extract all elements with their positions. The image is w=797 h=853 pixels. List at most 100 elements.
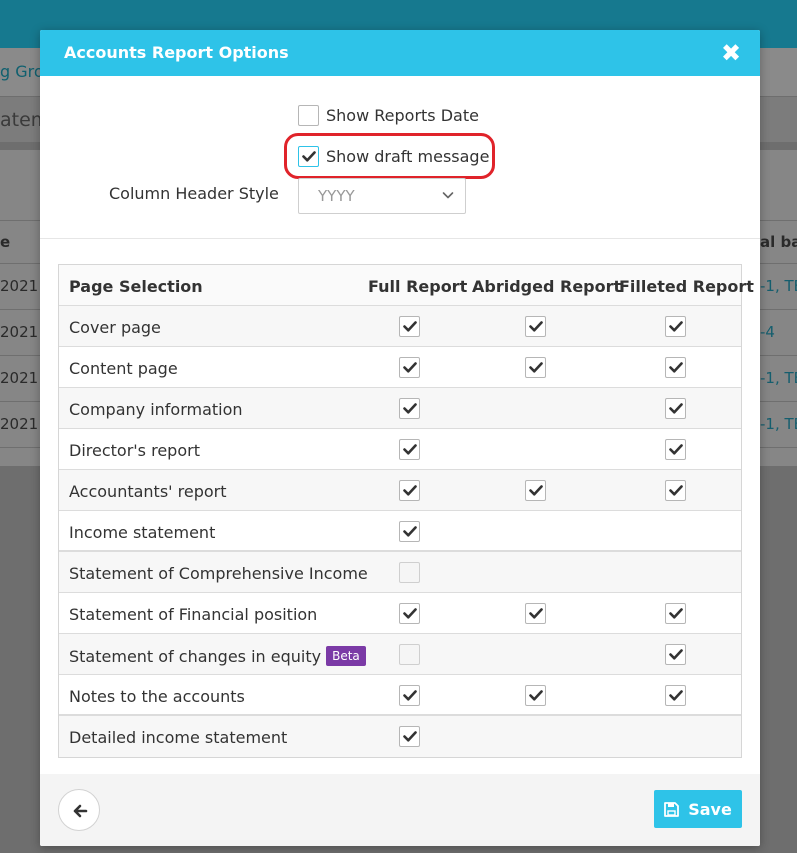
full-report-checkbox[interactable]: [399, 685, 420, 706]
filleted-report-checkbox[interactable]: [665, 480, 686, 501]
beta-badge: Beta: [326, 646, 366, 666]
save-label: Save: [688, 799, 732, 819]
checkmark-icon: [669, 690, 683, 701]
checkmark-icon: [403, 526, 417, 537]
full-report-checkbox[interactable]: [399, 726, 420, 747]
table-row: Content page: [59, 347, 741, 388]
column-header-style-value: YYYY: [318, 187, 355, 205]
full-report-checkbox[interactable]: [399, 562, 420, 583]
full-report-checkbox[interactable]: [399, 398, 420, 419]
checkmark-icon: [403, 321, 417, 332]
abridged-report-checkbox[interactable]: [525, 357, 546, 378]
filleted-report-checkbox[interactable]: [665, 685, 686, 706]
filleted-report-checkbox[interactable]: [665, 398, 686, 419]
page-name: Accountants' report: [69, 482, 227, 501]
table-row: Statement of changes in equity Beta: [59, 634, 741, 675]
filleted-report-checkbox[interactable]: [665, 357, 686, 378]
page-name: Company information: [69, 400, 243, 419]
checkmark-icon: [669, 362, 683, 373]
checkmark-icon: [669, 608, 683, 619]
table-row: Notes to the accounts: [59, 675, 741, 716]
show-reports-date-label: Show Reports Date: [326, 105, 479, 125]
header-full-report: Full Report: [368, 277, 468, 296]
filleted-report-checkbox[interactable]: [665, 603, 686, 624]
checkmark-icon: [403, 485, 417, 496]
full-report-checkbox[interactable]: [399, 603, 420, 624]
table-row: Accountants' report: [59, 470, 741, 511]
show-draft-message-checkbox[interactable]: [298, 145, 319, 167]
save-button[interactable]: Save: [654, 790, 742, 828]
page-name: Cover page: [69, 318, 161, 337]
page-name: Statement of Financial position: [69, 605, 318, 624]
header-abridged-report: Abridged Report: [472, 277, 622, 296]
full-report-checkbox[interactable]: [399, 521, 420, 542]
filleted-report-checkbox[interactable]: [665, 644, 686, 665]
show-draft-message-label: Show draft message: [326, 146, 490, 166]
background-col-left: e: [0, 233, 11, 251]
full-report-checkbox[interactable]: [399, 439, 420, 460]
chevron-down-icon: [442, 192, 454, 199]
checkmark-icon: [403, 731, 417, 742]
column-header-style-label: Column Header Style: [109, 184, 279, 203]
modal-title: Accounts Report Options: [64, 43, 289, 62]
table-row: Statement of Comprehensive Income: [59, 552, 741, 593]
close-icon[interactable]: ✖: [716, 38, 746, 68]
abridged-report-checkbox[interactable]: [525, 685, 546, 706]
checkmark-icon: [529, 485, 543, 496]
checkmark-icon: [403, 690, 417, 701]
table-row: Company information: [59, 388, 741, 429]
table-row: Director's report: [59, 429, 741, 470]
checkmark-icon: [529, 608, 543, 619]
checkmark-icon: [403, 403, 417, 414]
page-name: Statement of Comprehensive Income: [69, 564, 368, 583]
checkmark-icon: [529, 321, 543, 332]
full-report-checkbox[interactable]: [399, 357, 420, 378]
filleted-report-checkbox[interactable]: [665, 439, 686, 460]
show-draft-message-option[interactable]: Show draft message: [298, 144, 489, 168]
full-report-checkbox[interactable]: [399, 480, 420, 501]
page-name: Director's report: [69, 441, 200, 460]
filleted-report-checkbox[interactable]: [665, 316, 686, 337]
checkmark-icon: [403, 362, 417, 373]
page-name: Statement of changes in equity Beta: [69, 646, 366, 666]
show-reports-date-option[interactable]: Show Reports Date: [298, 103, 479, 127]
abridged-report-checkbox[interactable]: [525, 316, 546, 337]
page-name: Detailed income statement: [69, 728, 288, 747]
checkmark-icon: [403, 608, 417, 619]
abridged-report-checkbox[interactable]: [525, 480, 546, 501]
page-selection-table: Page Selection Full Report Abridged Repo…: [58, 264, 754, 758]
breadcrumb-link: g Gro: [0, 62, 44, 81]
checkmark-icon: [403, 444, 417, 455]
table-row: Cover page: [59, 306, 741, 347]
page-name: Content page: [69, 359, 178, 378]
abridged-report-checkbox[interactable]: [525, 603, 546, 624]
background-col-right: al ba: [760, 233, 797, 251]
checkmark-icon: [529, 690, 543, 701]
checkmark-icon: [669, 403, 683, 414]
checkmark-icon: [669, 485, 683, 496]
section-divider: [40, 238, 760, 239]
show-reports-date-checkbox[interactable]: [298, 104, 319, 126]
modal-footer: Save: [40, 774, 760, 846]
modal-header: Accounts Report Options ✖: [40, 30, 760, 76]
checkmark-icon: [302, 150, 316, 162]
checkmark-icon: [669, 321, 683, 332]
column-header-style-select[interactable]: YYYY: [298, 178, 466, 214]
full-report-checkbox[interactable]: [399, 644, 420, 665]
report-options-modal: Accounts Report Options ✖ Show Reports D…: [40, 30, 760, 846]
arrow-left-icon: [73, 804, 88, 818]
table-header-row: Page Selection Full Report Abridged Repo…: [59, 265, 754, 306]
full-report-checkbox[interactable]: [399, 316, 420, 337]
table-row: Statement of Financial position: [59, 593, 741, 634]
checkmark-icon: [669, 444, 683, 455]
table-row: Income statement: [59, 511, 741, 552]
checkmark-icon: [529, 362, 543, 373]
floppy-disk-icon: [664, 801, 680, 817]
header-page-selection: Page Selection: [69, 277, 203, 296]
checkmark-icon: [669, 649, 683, 660]
header-filleted-report: Filleted Report: [619, 277, 754, 296]
back-button[interactable]: [58, 789, 100, 831]
table-row: Detailed income statement: [59, 716, 741, 757]
page-name: Notes to the accounts: [69, 687, 245, 706]
page-name: Income statement: [69, 523, 216, 542]
